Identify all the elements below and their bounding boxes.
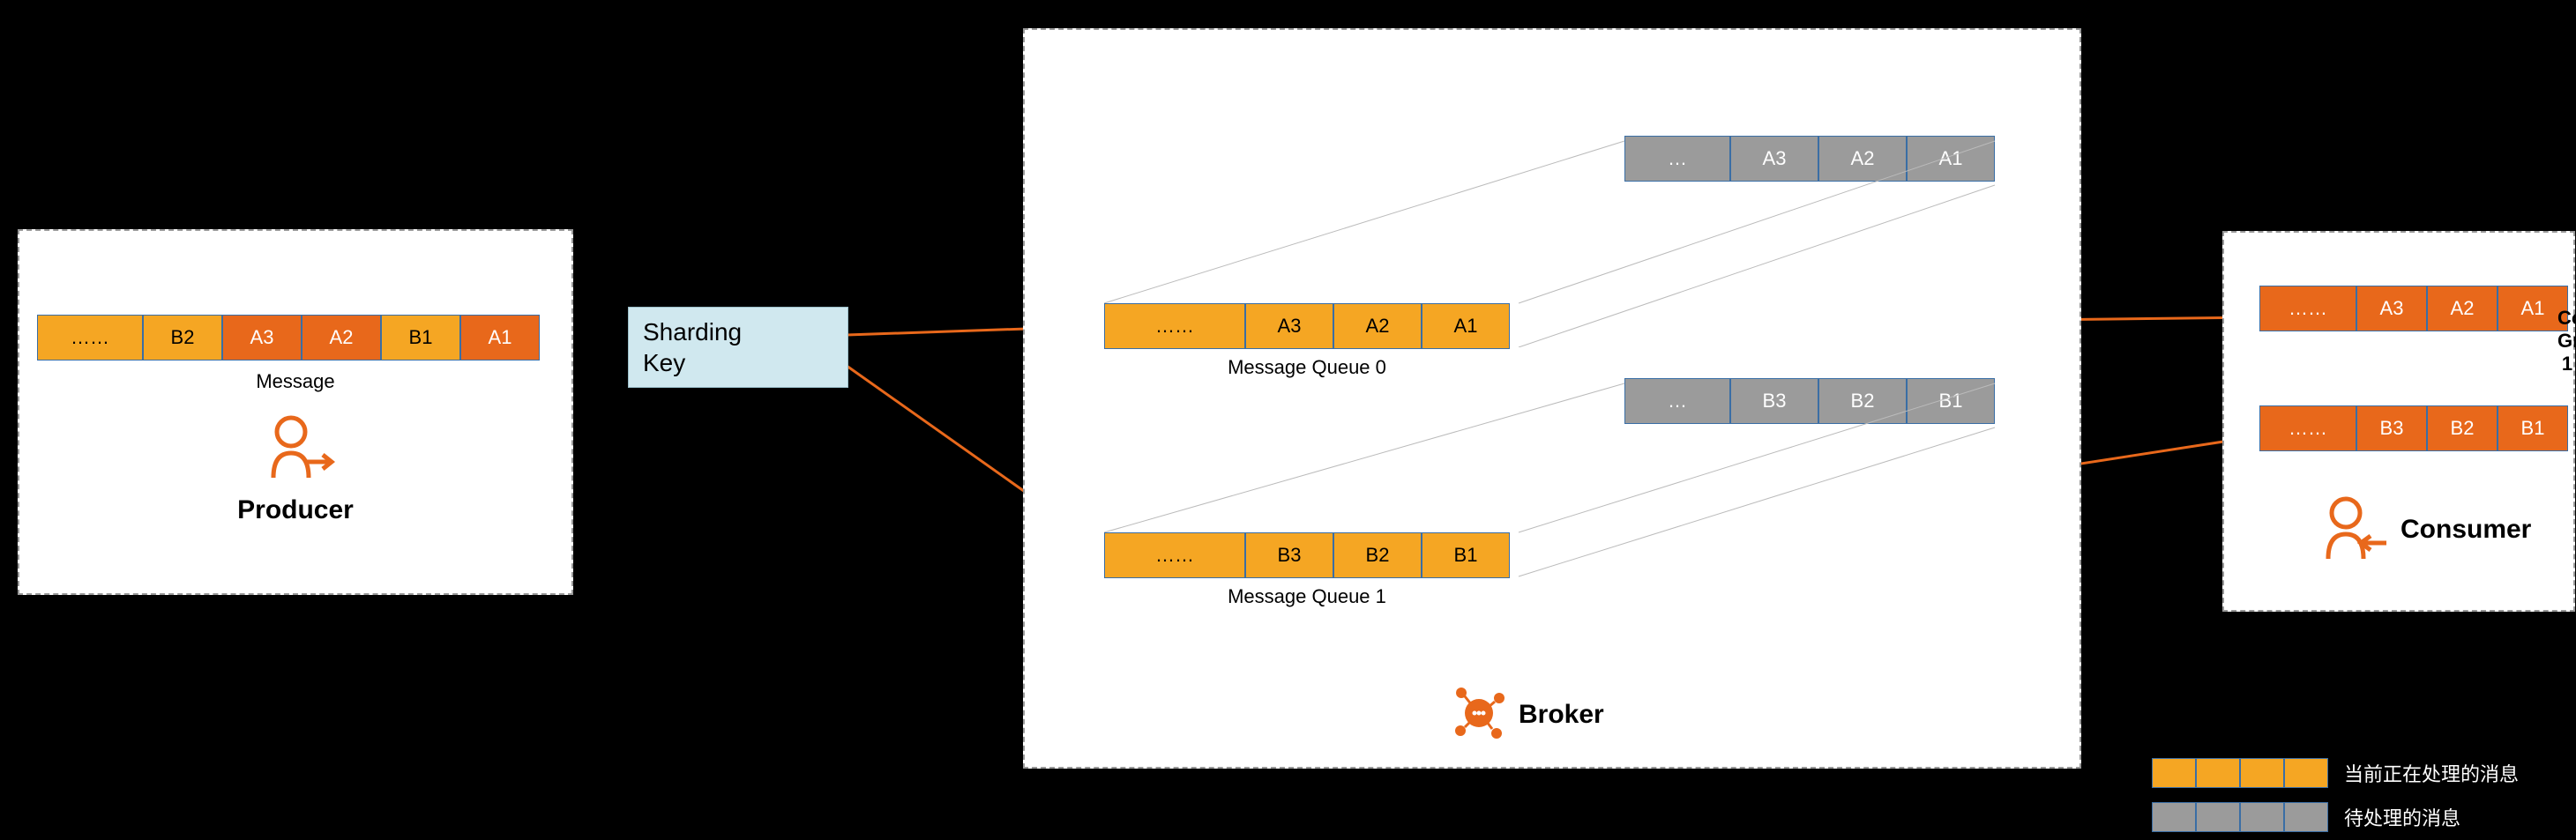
legend-orange-label: 当前正在处理的消息: [2344, 759, 2519, 787]
queue1-front-row: …… B3 B2 B1: [1104, 532, 1510, 578]
consumer-row-a: …… A3 A2 A1: [2259, 286, 2568, 331]
consumer-b1: B1: [2498, 405, 2568, 451]
producer-cell-b1: B1: [381, 315, 460, 361]
queue0-front-a2: A2: [1333, 303, 1422, 349]
consumer-b3: B3: [2356, 405, 2427, 451]
queue0-front-a1: A1: [1422, 303, 1510, 349]
queue1-front-b3: B3: [1245, 532, 1333, 578]
queue1-front-b2: B2: [1333, 532, 1422, 578]
producer-title: Producer: [19, 495, 571, 525]
consumer-b-ellipsis: ……: [2259, 405, 2356, 451]
broker-panel: … A3 A2 A1 …… A3 A2 A1 Message Queue 0 ……: [1023, 28, 2081, 769]
broker-icon: [1448, 682, 1510, 744]
consumer-b2: B2: [2427, 405, 2498, 451]
consumer-title: Consumer: [2401, 515, 2531, 545]
queue0-front-a3: A3: [1245, 303, 1333, 349]
consumer-a2: A2: [2427, 286, 2498, 331]
consumer-a-ellipsis: ……: [2259, 286, 2356, 331]
legend: 当前正在处理的消息 待处理的消息: [2152, 758, 2575, 832]
producer-person-icon: [258, 407, 337, 487]
queue1-front-b1: B1: [1422, 532, 1510, 578]
consumer-group-label: Consumer Group 1: [2557, 307, 2576, 375]
legend-grey-swatch: [2152, 802, 2328, 832]
sharding-key-box: Sharding Key: [628, 307, 848, 388]
producer-message-label: Message: [19, 370, 571, 393]
legend-grey-label: 待处理的消息: [2344, 803, 2460, 831]
queue1-front-ellipsis: ……: [1104, 532, 1245, 578]
consumer-a3: A3: [2356, 286, 2427, 331]
queue0-front-ellipsis: ……: [1104, 303, 1245, 349]
consumer-person-icon: [2312, 488, 2392, 568]
producer-cell-a2: A2: [302, 315, 381, 361]
producer-cell-a1: A1: [460, 315, 540, 361]
producer-cell-a3: A3: [222, 315, 302, 361]
producer-panel: …… B2 A3 A2 B1 A1 Message Producer: [18, 229, 573, 595]
producer-cell-ellipsis: ……: [37, 315, 143, 361]
producer-message-row: …… B2 A3 A2 B1 A1: [37, 315, 540, 361]
broker-title: Broker: [1519, 700, 1604, 730]
queue0-front-row: …… A3 A2 A1: [1104, 303, 1510, 349]
producer-cell-b2: B2: [143, 315, 222, 361]
queue1-label: Message Queue 1: [1104, 585, 1510, 608]
legend-orange-swatch: [2152, 758, 2328, 788]
consumer-row-b: …… B3 B2 B1: [2259, 405, 2568, 451]
queue0-label: Message Queue 0: [1104, 356, 1510, 379]
consumer-panel: …… A3 A2 A1 …… B3 B2 B1 Consumer: [2222, 231, 2575, 612]
